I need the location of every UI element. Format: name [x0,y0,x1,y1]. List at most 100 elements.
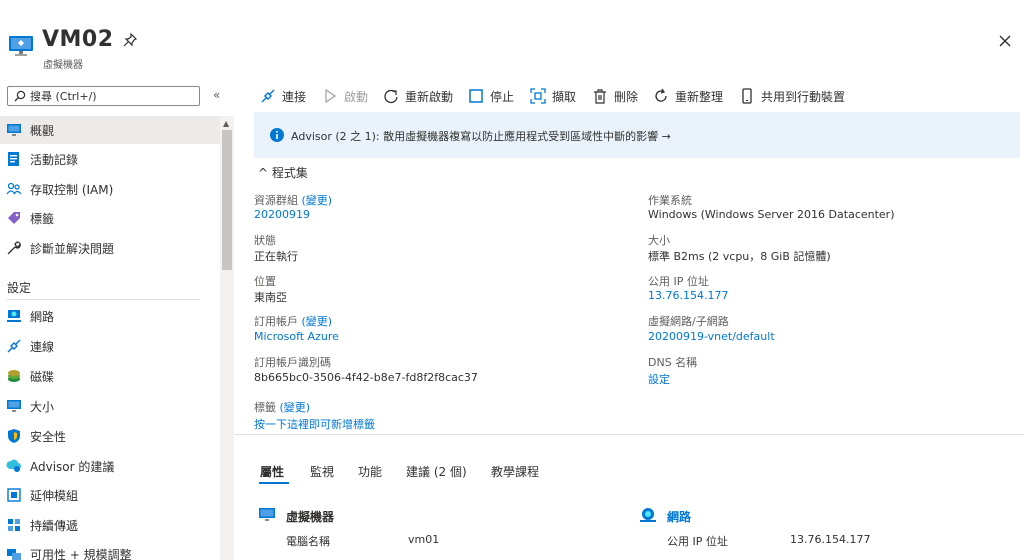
sidebar-item-availability[interactable]: 可用性 + 規模調整 [0,540,220,560]
size-label: 大小 [648,234,670,247]
refresh-button[interactable]: 重新整理 [653,87,723,105]
section-divider [7,299,200,300]
sidebar-item-label: 概觀 [30,124,55,138]
sidebar-item-tags[interactable]: 標籤 [0,204,220,232]
capture-label: 擷取 [552,89,577,104]
sidebar-scrollbar[interactable]: ▲ [220,116,234,560]
collapse-sidebar-button[interactable]: « [213,88,220,102]
essentials-toggle[interactable]: ^ 程式集 [258,164,308,181]
people-icon [6,182,22,195]
section-divider [234,434,1024,435]
sidebar-item-iam[interactable]: 存取控制 (IAM) [0,175,220,203]
delivery-icon [8,519,20,531]
share-to-mobile-button[interactable]: 共用到行動裝置 [739,87,845,105]
dns-label: DNS 名稱 [648,356,698,369]
restart-button[interactable]: 重新啟動 [383,87,453,105]
add-tags-link[interactable]: 按一下這裡即可新增標籤 [254,416,375,432]
advisor-icon [6,459,21,472]
tab-capabilities[interactable]: 功能 [358,463,382,480]
tab-properties[interactable]: 屬性 [260,463,284,480]
status-label: 狀態 [254,234,276,247]
close-icon[interactable] [996,32,1014,50]
os-label: 作業系統 [648,194,692,207]
tag-icon [8,212,20,224]
refresh-icon [655,88,667,102]
resource-group-link[interactable]: 20200919 [254,208,310,221]
delete-button[interactable]: 刪除 [592,87,638,105]
pin-icon[interactable] [122,32,138,48]
computer-name-label: 電腦名稱 [286,535,330,548]
dns-configure-link[interactable]: 設定 [648,371,670,387]
sidebar-item-networking[interactable]: 網路 [0,302,220,330]
sidebar-item-label: 持續傳遞 [30,519,79,533]
sidebar-item-extensions[interactable]: 延伸模組 [0,481,220,509]
scroll-up-arrow-icon[interactable]: ▲ [223,119,229,128]
network-icon [7,310,21,322]
subscription-id-label: 訂用帳戶識別碼 [254,356,331,369]
sidebar-item-label: Advisor 的建議 [30,460,115,474]
tab-monitoring[interactable]: 監視 [310,463,334,480]
sidebar-item-activity-log[interactable]: 活動記錄 [0,145,220,173]
sidebar-item-label: 存取控制 (IAM) [30,183,114,197]
subscription-change-link[interactable]: (變更) [302,315,333,328]
connect-icon [7,339,21,353]
restart-label: 重新啟動 [405,89,454,104]
advisor-banner[interactable]: Advisor (2 之 1): 散用虛擬機器複寫以防止應用程式受到區域性中斷的… [254,112,1020,158]
refresh-label: 重新整理 [675,89,724,104]
info-icon [270,128,284,142]
resource-group-label: 資源群組 (變更) [254,194,333,207]
restart-icon [384,89,398,104]
public-ip-link[interactable]: 13.76.154.177 [790,533,870,546]
virtual-machine-icon [259,508,275,521]
sidebar-item-label: 可用性 + 規模調整 [30,548,132,560]
sidebar-item-advisor[interactable]: Advisor 的建議 [0,452,220,480]
connect-button[interactable]: 連接 [260,87,306,105]
capture-button[interactable]: 擷取 [530,87,576,105]
tab-recommendations[interactable]: 建議 (2 個) [406,463,467,480]
connect-icon [261,89,275,103]
shield-icon [8,429,20,443]
network-section-link[interactable]: 網路 [667,508,691,525]
resource-group-change-link[interactable]: (變更) [302,194,333,207]
public-ip-link[interactable]: 13.76.154.177 [648,289,728,302]
public-ip-label: 公用 IP 位址 [667,535,728,548]
subscription-id-value: 8b665bc0-3506-4f42-b8e7-fd8f2f8cac37 [254,371,478,384]
sidebar-item-size[interactable]: 大小 [0,392,220,420]
tags-label: 標籤 (變更) [254,401,311,414]
page-title: VM02 [42,27,114,52]
extension-icon [7,488,21,502]
sidebar-item-label: 大小 [30,400,55,414]
sidebar-item-security[interactable]: 安全性 [0,422,220,450]
network-icon [640,508,656,522]
sidebar-item-label: 磁碟 [30,370,55,384]
share-to-mobile-label: 共用到行動裝置 [761,89,846,104]
tags-change-link[interactable]: (變更) [280,401,311,414]
vm-section-heading: 虛擬機器 [286,510,335,524]
activity-log-icon [8,152,19,166]
monitor-icon [7,400,21,412]
scrollbar-thumb[interactable] [222,130,232,270]
essentials-label: 程式集 [271,166,308,180]
tab-tutorials[interactable]: 教學課程 [491,463,539,480]
subscription-link[interactable]: Microsoft Azure [254,330,339,343]
search-input[interactable] [30,88,195,104]
advisor-message: Advisor (2 之 1): 散用虛擬機器複寫以防止應用程式受到區域性中斷的… [291,130,671,143]
delete-label: 刪除 [614,89,639,104]
search-box[interactable] [7,86,200,106]
sidebar-item-disks[interactable]: 磁碟 [0,362,220,390]
sidebar-item-overview[interactable]: 概觀 [0,116,220,144]
sidebar-item-label: 診斷並解決問題 [30,242,115,256]
vnet-label: 虛擬網路/子網路 [648,315,729,328]
virtual-machine-icon [9,36,33,56]
vnet-link[interactable]: 20200919-vnet/default [648,330,775,343]
active-tab-indicator [259,482,289,484]
computer-name-value: vm01 [408,533,440,546]
sidebar-item-diagnose[interactable]: 診斷並解決問題 [0,234,220,262]
stop-button[interactable]: 停止 [468,87,514,105]
availability-icon [7,549,21,560]
start-button[interactable]: 啟動 [322,87,368,105]
connect-label: 連接 [282,89,307,104]
sidebar-item-connect[interactable]: 連線 [0,332,220,360]
sidebar-item-continuous-delivery[interactable]: 持續傳遞 [0,511,220,539]
play-icon [325,88,337,104]
